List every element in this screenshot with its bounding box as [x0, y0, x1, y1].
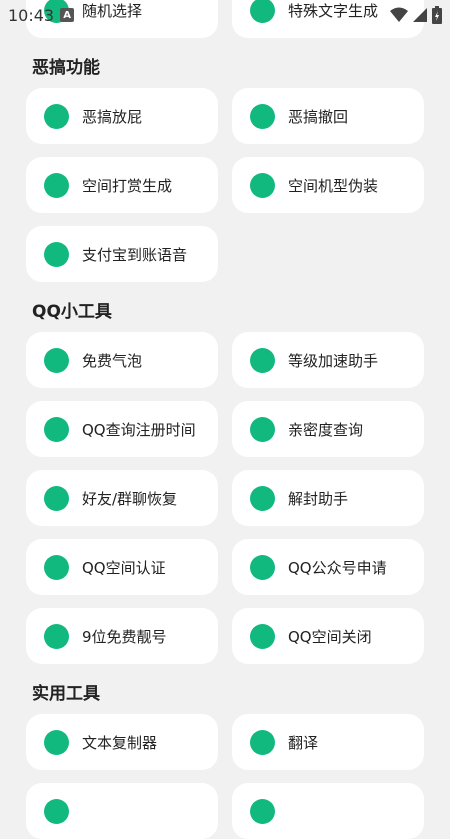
tool-dot-icon [250, 172, 275, 198]
tool-dot-icon [44, 172, 69, 198]
tool-card[interactable]: 亲密度查询 [232, 401, 424, 457]
tool-card[interactable]: QQ公众号申请 [232, 539, 424, 595]
tool-dot-icon [250, 103, 275, 129]
tool-card[interactable]: 空间机型伪装 [232, 157, 424, 213]
status-time: 10:43 [8, 5, 55, 25]
tool-card-partial[interactable] [232, 783, 424, 839]
battery-icon [432, 6, 442, 24]
section-title-prank: 恶搞功能 [32, 58, 100, 78]
tool-card[interactable]: QQ查询注册时间 [26, 401, 218, 457]
tool-card[interactable]: 好友/群聊恢复 [26, 470, 218, 526]
tool-dot-icon [44, 554, 69, 580]
tool-card[interactable]: 9位免费靓号 [26, 608, 218, 664]
tool-card[interactable]: 免费气泡 [26, 332, 218, 388]
section-title-utilities: 实用工具 [32, 684, 100, 704]
tool-dot-icon [44, 347, 69, 373]
tool-dot-icon [44, 623, 69, 649]
tool-card[interactable]: 恶搞放屁 [26, 88, 218, 144]
tool-dot-icon [44, 798, 69, 824]
tool-dot-icon [250, 416, 275, 442]
tool-card[interactable]: 文本复制器 [26, 714, 218, 770]
tool-card[interactable]: 等级加速助手 [232, 332, 424, 388]
tool-dot-icon [250, 554, 275, 580]
tool-card[interactable]: 恶搞撤回 [232, 88, 424, 144]
tool-dot-icon [250, 347, 275, 373]
tool-dot-icon [44, 103, 69, 129]
tool-dot-icon [44, 241, 69, 267]
tool-card[interactable]: 空间打赏生成 [26, 157, 218, 213]
tool-dot-icon [44, 416, 69, 442]
tool-dot-icon [44, 485, 69, 511]
tool-dot-icon [44, 729, 69, 755]
tool-card[interactable]: 解封助手 [232, 470, 424, 526]
tool-card[interactable]: 翻译 [232, 714, 424, 770]
tool-dot-icon [250, 623, 275, 649]
tool-card-partial[interactable] [26, 783, 218, 839]
tool-card[interactable]: 支付宝到账语音 [26, 226, 218, 282]
tool-card[interactable]: QQ空间关闭 [232, 608, 424, 664]
cell-signal-icon [413, 8, 427, 22]
tool-dot-icon [250, 729, 275, 755]
status-bar: 10:43 A [0, 0, 450, 30]
tool-dot-icon [250, 798, 275, 824]
app-notification-icon: A [60, 8, 75, 22]
tool-card[interactable]: QQ空间认证 [26, 539, 218, 595]
tool-dot-icon [250, 485, 275, 511]
wifi-icon [390, 7, 408, 22]
section-title-qq-tools: QQ小工具 [32, 302, 112, 322]
